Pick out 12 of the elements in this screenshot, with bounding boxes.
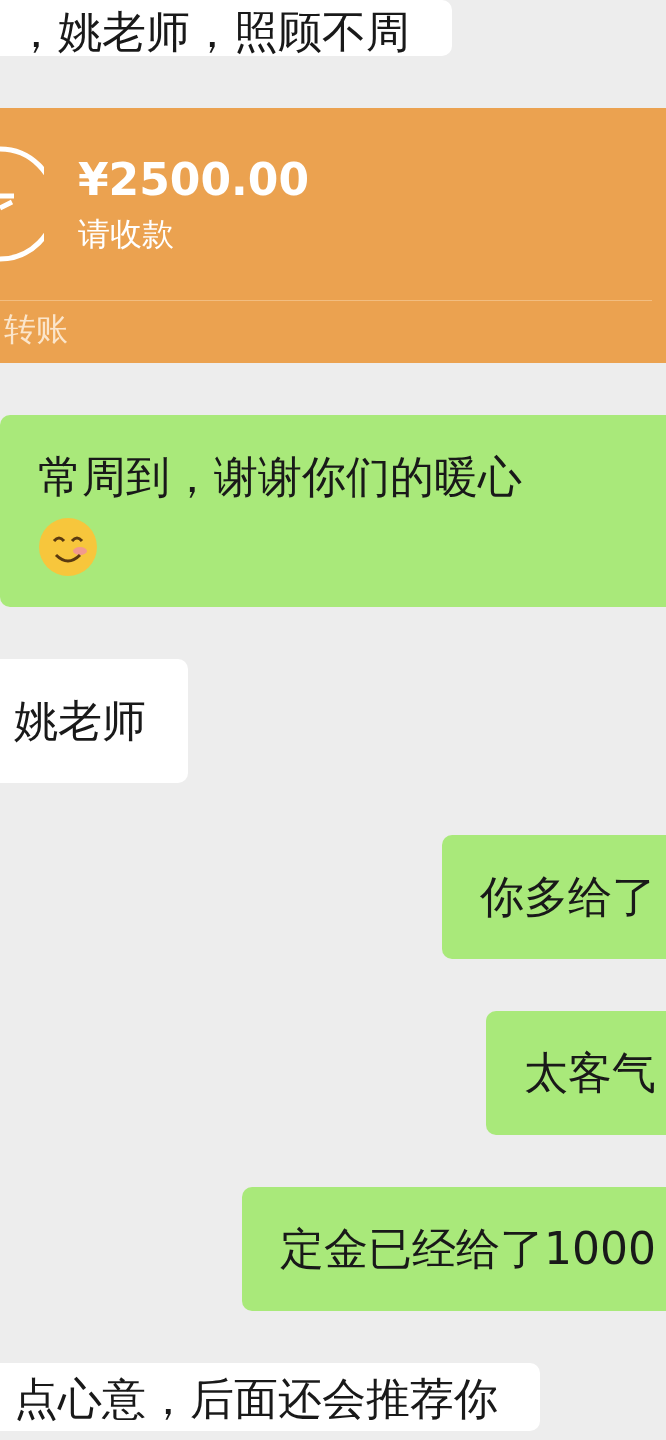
message-text: 你多给了 [480,870,656,924]
transfer-note: 请收款 [78,214,175,255]
message-text: 常周到，谢谢你们的暖心 [38,450,523,504]
message-text: 点心意，后面还会推荐你 [14,1372,498,1426]
message-text: 太客气 [524,1046,656,1100]
message-text: 姚老师 [14,694,146,748]
transfer-card[interactable]: ¥2500.00 请收款 转账 [0,108,666,363]
transfer-icon [0,146,44,262]
message-text: 定金已经给了1000 [280,1222,656,1276]
transfer-label: 转账 [3,309,69,350]
transfer-amount: ¥2500.00 [78,153,310,207]
message-text: ，姚老师，照顾不周 [14,5,410,59]
